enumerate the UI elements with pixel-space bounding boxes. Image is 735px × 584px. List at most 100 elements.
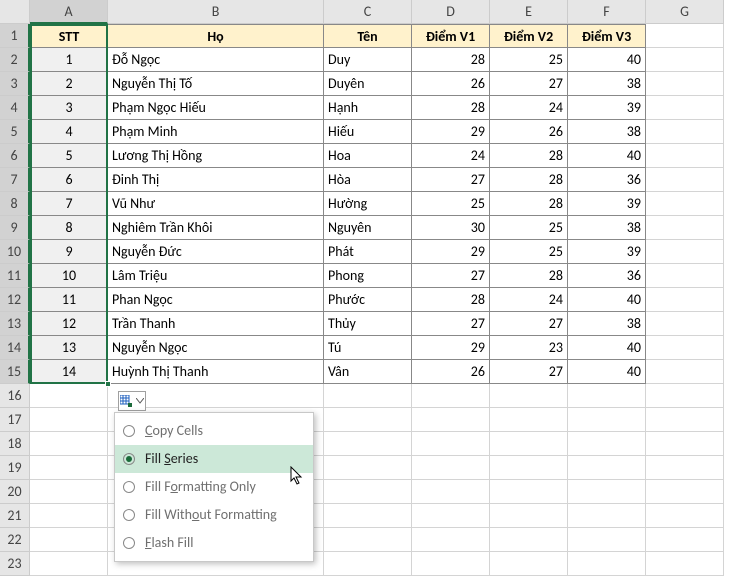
v3-cell[interactable]: 36 [568, 168, 646, 192]
v2-cell[interactable]: 28 [490, 144, 568, 168]
v3-cell[interactable]: 38 [568, 312, 646, 336]
v3-cell[interactable]: 39 [568, 192, 646, 216]
stt-cell[interactable]: 9 [30, 240, 108, 264]
menu-fill-without-formatting[interactable]: Fill Without Formatting [115, 501, 313, 529]
empty-cell[interactable] [646, 408, 724, 432]
row-header[interactable]: 16 [0, 384, 30, 408]
table-header-cell[interactable]: Điểm V3 [568, 24, 646, 48]
row-header[interactable]: 1 [0, 24, 30, 48]
v3-cell[interactable]: 36 [568, 264, 646, 288]
table-header-cell[interactable]: Tên [324, 24, 412, 48]
empty-cell[interactable] [490, 480, 568, 504]
empty-cell[interactable] [646, 288, 724, 312]
empty-cell[interactable] [490, 528, 568, 552]
ten-cell[interactable]: Hoa [324, 144, 412, 168]
menu-copy-cells[interactable]: Copy Cells [115, 417, 313, 445]
empty-cell[interactable] [324, 408, 412, 432]
autofill-options-button[interactable] [118, 391, 146, 411]
stt-cell[interactable]: 7 [30, 192, 108, 216]
row-header[interactable]: 10 [0, 240, 30, 264]
v2-cell[interactable]: 27 [490, 312, 568, 336]
ho-cell[interactable]: Nguyễn Ngọc [108, 336, 324, 360]
stt-cell[interactable]: 1 [30, 48, 108, 72]
stt-cell[interactable]: 12 [30, 312, 108, 336]
fill-handle[interactable] [105, 381, 111, 387]
ten-cell[interactable]: Hạnh [324, 96, 412, 120]
v3-cell[interactable]: 38 [568, 216, 646, 240]
empty-cell[interactable] [646, 360, 724, 384]
row-header[interactable]: 15 [0, 360, 30, 384]
empty-cell[interactable] [646, 168, 724, 192]
ho-cell[interactable]: Đỗ Ngọc [108, 48, 324, 72]
ho-cell[interactable]: Lâm Triệu [108, 264, 324, 288]
empty-cell[interactable] [646, 24, 724, 48]
ho-cell[interactable]: Phan Ngọc [108, 288, 324, 312]
stt-cell[interactable]: 6 [30, 168, 108, 192]
v1-cell[interactable]: 28 [412, 48, 490, 72]
v3-cell[interactable]: 40 [568, 48, 646, 72]
empty-cell[interactable] [412, 432, 490, 456]
ho-cell[interactable]: Nguyễn Thị Tố [108, 72, 324, 96]
v1-cell[interactable]: 30 [412, 216, 490, 240]
select-all-corner[interactable] [0, 0, 30, 24]
row-header[interactable]: 9 [0, 216, 30, 240]
empty-cell[interactable] [646, 216, 724, 240]
row-header[interactable]: 18 [0, 432, 30, 456]
empty-cell[interactable] [568, 480, 646, 504]
v1-cell[interactable]: 24 [412, 144, 490, 168]
empty-cell[interactable] [324, 384, 412, 408]
stt-cell[interactable]: 3 [30, 96, 108, 120]
empty-cell[interactable] [646, 504, 724, 528]
column-header[interactable]: G [646, 0, 724, 24]
empty-cell[interactable] [324, 528, 412, 552]
v2-cell[interactable]: 28 [490, 192, 568, 216]
ten-cell[interactable]: Phong [324, 264, 412, 288]
empty-cell[interactable] [30, 384, 108, 408]
v1-cell[interactable]: 27 [412, 168, 490, 192]
row-header[interactable]: 4 [0, 96, 30, 120]
row-header[interactable]: 21 [0, 504, 30, 528]
ten-cell[interactable]: Phước [324, 288, 412, 312]
v1-cell[interactable]: 26 [412, 72, 490, 96]
empty-cell[interactable] [490, 432, 568, 456]
v1-cell[interactable]: 28 [412, 96, 490, 120]
empty-cell[interactable] [646, 72, 724, 96]
column-header[interactable]: C [324, 0, 412, 24]
column-header[interactable]: E [490, 0, 568, 24]
empty-cell[interactable] [646, 192, 724, 216]
row-header[interactable]: 11 [0, 264, 30, 288]
empty-cell[interactable] [646, 456, 724, 480]
stt-cell[interactable]: 14 [30, 360, 108, 384]
v2-cell[interactable]: 25 [490, 48, 568, 72]
empty-cell[interactable] [568, 504, 646, 528]
empty-cell[interactable] [30, 528, 108, 552]
empty-cell[interactable] [646, 552, 724, 576]
empty-cell[interactable] [30, 408, 108, 432]
row-header[interactable]: 2 [0, 48, 30, 72]
v1-cell[interactable]: 28 [412, 288, 490, 312]
ten-cell[interactable]: Thủy [324, 312, 412, 336]
ten-cell[interactable]: Phát [324, 240, 412, 264]
empty-cell[interactable] [490, 384, 568, 408]
stt-cell[interactable]: 13 [30, 336, 108, 360]
empty-cell[interactable] [324, 504, 412, 528]
ho-cell[interactable]: Nghiêm Trần Khôi [108, 216, 324, 240]
menu-fill-formatting-only[interactable]: Fill Formatting Only [115, 473, 313, 501]
stt-cell[interactable]: 5 [30, 144, 108, 168]
v1-cell[interactable]: 27 [412, 264, 490, 288]
spreadsheet-grid[interactable]: ABCDEFG1STTHọTênĐiểm V1Điểm V2Điểm V321Đ… [0, 0, 735, 576]
ten-cell[interactable]: Hường [324, 192, 412, 216]
v3-cell[interactable]: 38 [568, 120, 646, 144]
empty-cell[interactable] [412, 504, 490, 528]
column-header[interactable]: A [30, 0, 108, 24]
ho-cell[interactable]: Đinh Thị [108, 168, 324, 192]
empty-cell[interactable] [324, 432, 412, 456]
table-header-cell[interactable]: Họ [108, 24, 324, 48]
v2-cell[interactable]: 24 [490, 288, 568, 312]
v3-cell[interactable]: 39 [568, 240, 646, 264]
row-header[interactable]: 14 [0, 336, 30, 360]
empty-cell[interactable] [412, 408, 490, 432]
empty-cell[interactable] [646, 120, 724, 144]
row-header[interactable]: 19 [0, 456, 30, 480]
ten-cell[interactable]: Hòa [324, 168, 412, 192]
